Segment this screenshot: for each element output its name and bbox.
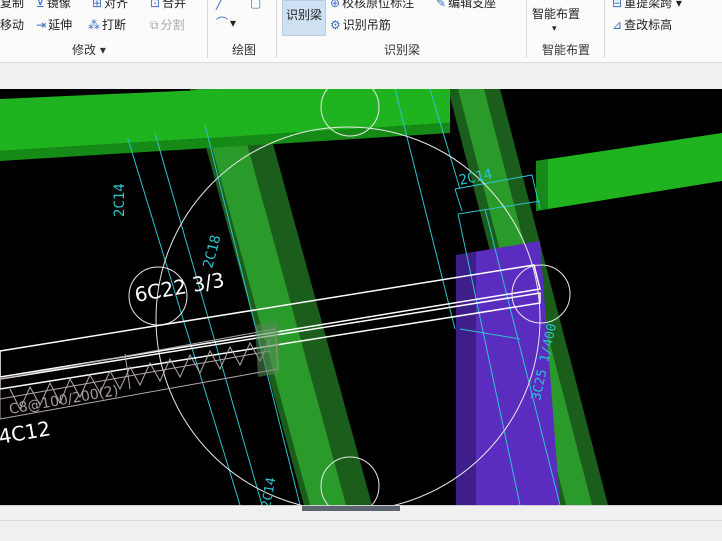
identify-beam-group-label: 识别梁 [384, 43, 421, 57]
arc-icon: ⌒ [216, 16, 229, 30]
mirror-button[interactable]: ⊻ 镜像 [36, 0, 71, 10]
break-button[interactable]: ⁂ 打断 [88, 18, 126, 32]
check-elevation-button[interactable]: ⊿ 查改标高 [612, 18, 672, 32]
edit-support-button[interactable]: ✎ 编辑支座 [436, 0, 496, 10]
extend-button[interactable]: ⇥ 延伸 [36, 18, 72, 32]
identify-hanger-button[interactable]: ⚙ 识别吊筋 [330, 18, 391, 32]
rectangle-icon: ▢ [250, 0, 262, 10]
smart-layout-dropdown-icon[interactable]: ▾ [552, 22, 557, 36]
line-tool[interactable]: ╱ [216, 0, 225, 10]
green-beam-right-shade [536, 159, 548, 211]
modify-group-label[interactable]: 修改 ▾ [72, 41, 106, 58]
col-label-5: 2C14 [259, 476, 279, 505]
top-rebar-label: 6C22 3/3 [133, 268, 226, 307]
respan-beam-button[interactable]: ⊟ 重提梁跨 ▾ [612, 0, 682, 10]
cad-drawing[interactable]: 6C22 3/3 4C12 C8@100/200(2) 2C14 2C18 2C… [0, 89, 722, 505]
line-icon: ╱ [216, 0, 224, 10]
align-icon: ⊞ [92, 0, 103, 10]
split-icon: ⧉ [150, 18, 159, 32]
green-beam-right [536, 133, 722, 211]
horizontal-scroll-thumb[interactable] [302, 506, 400, 511]
hanger-icon: ⚙ [330, 18, 341, 32]
mirror-icon: ⊻ [36, 0, 45, 10]
ribbon-toolbar: 复制 ⊻ 镜像 ⊞ 对齐 ⊡ 合并 移动 ⇥ 延伸 ⁂ 打断 ⧉ 分割 修改 ▾ ╱ ▢ ⌒… [0, 0, 722, 63]
rect-tool[interactable]: ▢ [250, 0, 263, 10]
merge-button[interactable]: ⊡ 合并 [150, 0, 186, 10]
verify-annotation-button[interactable]: ⊕ 校核原位标注 [330, 0, 414, 10]
move-button[interactable]: 移动 [0, 18, 24, 32]
edit-icon: ✎ [436, 0, 447, 10]
draw-group-label: 绘图 [232, 43, 257, 57]
split-button[interactable]: ⧉ 分割 [150, 18, 185, 32]
extend-icon: ⇥ [36, 18, 47, 32]
smart-layout-button[interactable]: 智能布置 [532, 7, 580, 21]
break-icon: ⁂ [88, 18, 100, 32]
stirrup-label: C8@100/200(2) [8, 383, 120, 418]
purple-column-shade [456, 252, 476, 505]
arc-tool[interactable]: ⌒ ▾ [216, 16, 236, 30]
bottom-rebar-label: 4C12 [0, 416, 52, 449]
col-label-2: 2C18 [200, 233, 224, 270]
merge-icon: ⊡ [150, 0, 161, 10]
identify-beam-label: 识别梁 [286, 8, 323, 22]
drawing-canvas[interactable]: 6C22 3/3 4C12 C8@100/200(2) 2C14 2C18 2C… [0, 89, 722, 505]
command-strip [0, 63, 722, 90]
verify-icon: ⊕ [330, 0, 341, 10]
copy-button[interactable]: 复制 [0, 0, 24, 10]
status-divider [0, 520, 722, 521]
status-area [0, 505, 722, 541]
elevation-icon: ⊿ [612, 18, 623, 32]
col-label-1: 2C14 [112, 183, 128, 217]
align-button[interactable]: ⊞ 对齐 [92, 0, 128, 10]
respan-icon: ⊟ [612, 0, 623, 10]
smart-layout-group-label: 智能布置 [542, 43, 591, 57]
section-end-marker [255, 321, 280, 377]
